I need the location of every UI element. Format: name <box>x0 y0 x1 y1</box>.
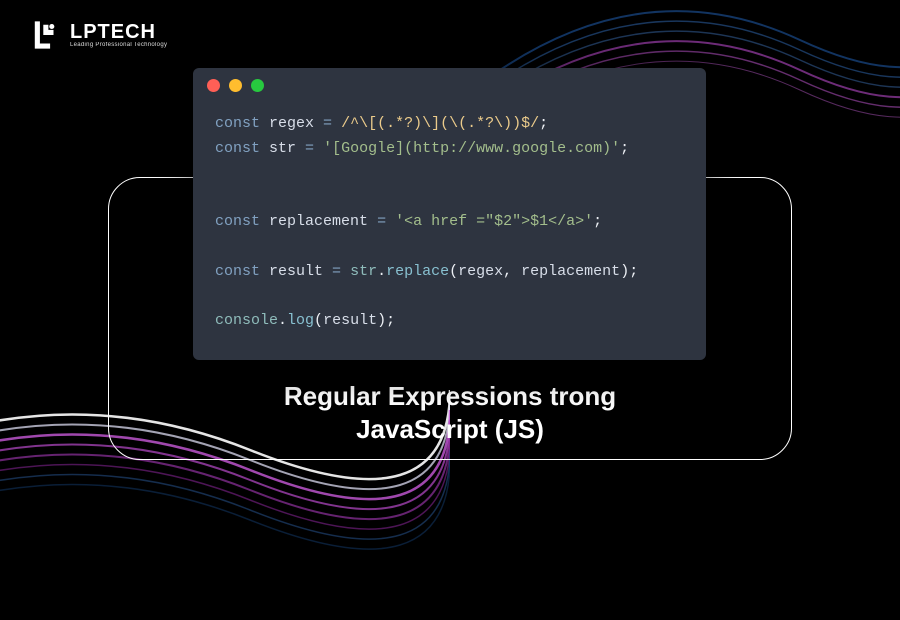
minimize-icon <box>229 79 242 92</box>
obj-console: console <box>215 312 278 329</box>
dot: . <box>377 263 386 280</box>
arg-regex: regex <box>458 263 503 280</box>
var-replacement: replacement <box>269 213 368 230</box>
open-paren: ( <box>314 312 323 329</box>
close-icon <box>207 79 220 92</box>
keyword-const: const <box>215 115 260 132</box>
semicolon: ; <box>539 115 548 132</box>
logo-sub-text: Leading Professional Technology <box>70 42 167 48</box>
logo-icon <box>28 18 62 52</box>
op-eq: = <box>296 140 323 157</box>
var-str: str <box>269 140 296 157</box>
regex-literal: /^\[(.*?)\](\(.*?\))$/ <box>341 115 539 132</box>
obj-str: str <box>350 263 377 280</box>
close-paren: ) <box>620 263 629 280</box>
window-titlebar <box>193 68 706 102</box>
op-eq: = <box>314 115 341 132</box>
title-line-1: Regular Expressions trong <box>284 381 616 411</box>
fn-log: log <box>287 312 314 329</box>
var-regex: regex <box>269 115 314 132</box>
semicolon: ; <box>620 140 629 157</box>
maximize-icon <box>251 79 264 92</box>
comma: , <box>503 263 521 280</box>
page-title: Regular Expressions trong JavaScript (JS… <box>109 380 791 445</box>
logo-main-text: LPTECH <box>70 22 167 42</box>
string-literal: '<a href ="$2">$1</a>' <box>395 213 593 230</box>
keyword-const: const <box>215 140 260 157</box>
semicolon: ; <box>593 213 602 230</box>
logo: LPTECH Leading Professional Technology <box>28 18 167 52</box>
keyword-const: const <box>215 263 260 280</box>
code-window: const regex = /^\[(.*?)\](\(.*?\))$/; co… <box>193 68 706 360</box>
close-paren: ) <box>377 312 386 329</box>
op-eq: = <box>368 213 395 230</box>
semicolon: ; <box>386 312 395 329</box>
semicolon: ; <box>629 263 638 280</box>
dot: . <box>278 312 287 329</box>
var-result: result <box>269 263 323 280</box>
string-literal: '[Google](http://www.google.com)' <box>323 140 620 157</box>
fn-replace: replace <box>386 263 449 280</box>
arg-result: result <box>323 312 377 329</box>
keyword-const: const <box>215 213 260 230</box>
arg-replacement: replacement <box>521 263 620 280</box>
code-body: const regex = /^\[(.*?)\](\(.*?\))$/; co… <box>193 102 706 360</box>
op-eq: = <box>323 263 350 280</box>
open-paren: ( <box>449 263 458 280</box>
title-line-2: JavaScript (JS) <box>356 414 544 444</box>
